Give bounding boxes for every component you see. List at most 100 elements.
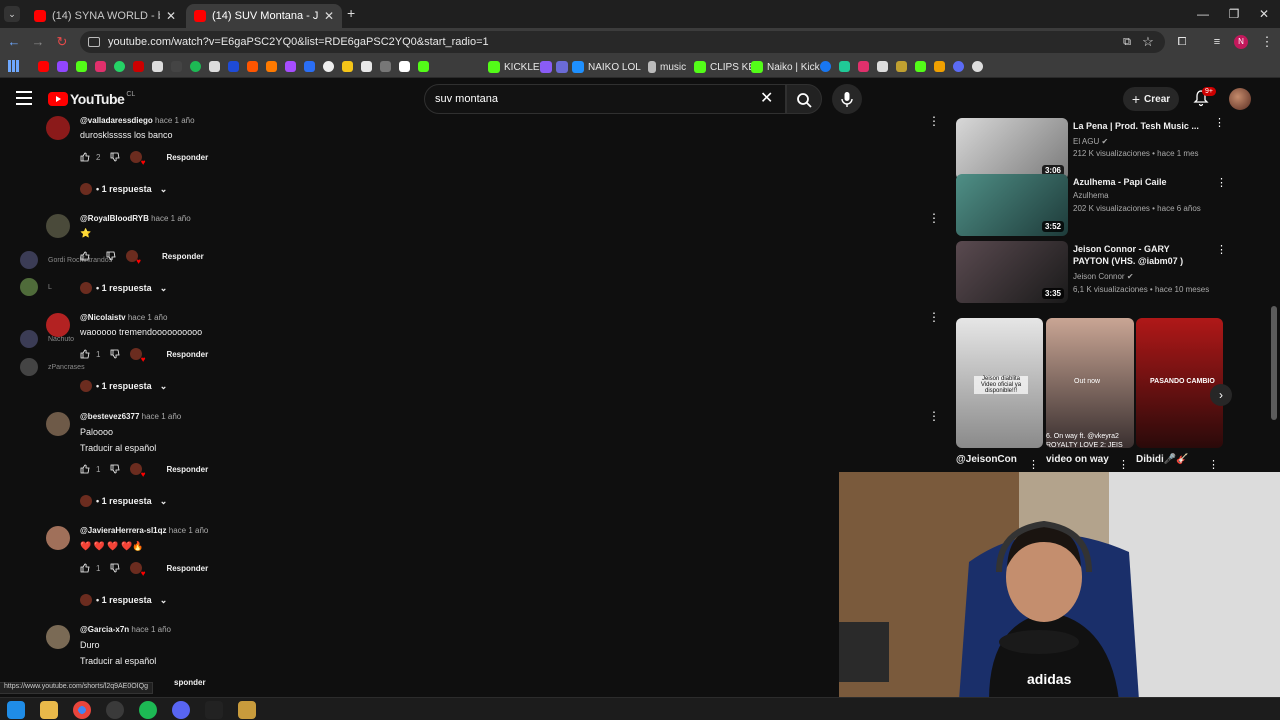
channel-name[interactable]: Jeison Connor ✔ [1073,272,1134,281]
bookmark-icon-row-2[interactable] [820,61,983,72]
view-replies-button[interactable]: • 1 respuesta ⌄ [80,379,167,393]
voice-search-button[interactable] [832,84,862,114]
comment-menu-icon[interactable]: ⋮ [928,409,940,423]
extensions-icon[interactable]: ⧠ [1172,32,1192,52]
discord-icon[interactable] [172,701,190,719]
bookmark-naiko-kick[interactable]: Naiko | Kick [751,60,820,74]
short-thumbnail[interactable]: Out now 6. On way ft. @vkeyra2 ROYALTY L… [1046,318,1134,448]
profile-avatar[interactable]: N [1234,35,1248,49]
comment-menu-icon[interactable]: ⋮ [928,114,940,128]
comment-author[interactable]: @Nicolaistv [80,313,126,322]
account-avatar[interactable] [1229,88,1251,110]
short-menu-icon[interactable]: ⋮ [1118,458,1129,471]
like-icon[interactable] [80,152,90,162]
view-replies-button[interactable]: • 1 respuesta ⌄ [80,281,167,295]
site-info-icon[interactable] [88,37,100,47]
comment-time[interactable]: hace 1 año [169,526,209,535]
file-explorer-icon[interactable] [40,701,58,719]
close-tab-icon[interactable]: ✕ [318,9,334,23]
translate-link[interactable]: Traducir al español [80,656,156,666]
bookmark-kicklet[interactable]: KICKLET [488,60,546,74]
avatar[interactable] [46,214,70,238]
dislike-icon[interactable] [110,152,120,162]
view-replies-button[interactable]: • 1 respuesta ⌄ [80,593,167,607]
avatar[interactable] [46,526,70,550]
short-menu-icon[interactable]: ⋮ [1208,458,1219,471]
comment-author[interactable]: @valladaressdiego [80,116,153,125]
capcut-icon[interactable] [205,701,223,719]
short-thumbnail[interactable]: PASANDO CAMBIO [1136,318,1223,448]
channel-name[interactable]: Azulhema [1073,191,1109,200]
install-app-icon[interactable]: ⧉ [1117,32,1137,52]
browser-tab-2[interactable]: (14) SUV Montana - Jeison... ✕ [186,4,342,28]
bookmark-naiko-lol[interactable]: NAIKO LOL [540,60,641,74]
comment-author[interactable]: @JavieraHerrera-sl1qz [80,526,167,535]
short-title[interactable]: Dibidi🎤🎸 [1136,454,1189,465]
browser-tab-1[interactable]: (14) SYNA WORLD - byedu... ✕ [26,4,184,28]
video-thumbnail[interactable]: 3:06 [956,118,1068,180]
reply-button[interactable]: Responder [166,350,208,359]
new-tab-button[interactable]: + [347,5,355,21]
dislike-icon[interactable] [110,349,120,359]
comment-menu-icon[interactable]: ⋮ [928,211,940,225]
apps-grid-icon[interactable] [8,60,20,72]
short-thumbnail[interactable]: Jeison diablita Video oficial ya disponi… [956,318,1043,448]
youtube-logo[interactable]: YouTube CL [48,91,135,107]
close-tab-icon[interactable]: ✕ [160,9,176,23]
page-scrollbar[interactable] [1271,306,1277,420]
address-bar[interactable]: youtube.com/watch?v=E6gaPSC2YQ0&list=RDE… [80,31,1165,53]
related-video[interactable]: 3:06 La Pena | Prod. Tesh Music ... El A… [956,118,1216,180]
comment-time[interactable]: hace 1 año [142,412,182,421]
windows-start-icon[interactable] [7,701,25,719]
dislike-icon[interactable] [110,563,120,573]
view-replies-button[interactable]: • 1 respuesta ⌄ [80,494,167,508]
video-title[interactable]: Jeison Connor - GARY PAYTON (VHS. @iabm0… [1073,243,1207,267]
comment-time[interactable]: hace 1 año [151,214,191,223]
comment-time[interactable]: hace 1 año [128,313,168,322]
short-title[interactable]: video on way [1046,454,1109,465]
related-video[interactable]: 3:52 Azulhema - Papi Caile Azulhema 202 … [956,174,1227,236]
avatar[interactable] [46,313,70,337]
reply-button[interactable]: Responder [166,465,208,474]
avatar[interactable] [46,412,70,436]
reply-button[interactable]: sponder [174,678,206,687]
like-icon[interactable] [80,349,90,359]
video-thumbnail[interactable]: 3:35 [956,241,1068,303]
search-button[interactable] [786,84,822,114]
like-icon[interactable] [80,563,90,573]
reply-button[interactable]: Responder [166,153,208,162]
video-title[interactable]: Azulhema - Papi Caile [1073,176,1207,188]
league-icon[interactable] [238,701,256,719]
video-menu-icon[interactable]: ⋮ [1216,176,1227,189]
comment-menu-icon[interactable]: ⋮ [928,310,940,324]
translate-link[interactable]: Traducir al español [80,443,156,453]
comment-author[interactable]: @Garcia-x7n [80,625,129,634]
video-thumbnail[interactable]: 3:52 [956,174,1068,236]
obs-icon[interactable] [106,701,124,719]
close-window-button[interactable]: ✕ [1246,0,1280,28]
view-replies-button[interactable]: • 1 respuesta ⌄ [80,182,167,196]
reload-icon[interactable]: ↻ [52,32,72,52]
bookmark-music[interactable]: music [648,60,686,74]
video-title[interactable]: La Pena | Prod. Tesh Music ... [1073,120,1207,132]
browser-menu-icon[interactable]: ⋮ [1257,32,1277,52]
comment-time[interactable]: hace 1 año [131,625,171,634]
avatar[interactable] [46,116,70,140]
like-icon[interactable] [80,464,90,474]
comment-author[interactable]: @bestevez6377 [80,412,139,421]
bookmark-clips-kb[interactable]: CLIPS KB [694,60,755,74]
comment-time[interactable]: hace 1 año [155,116,195,125]
dislike-icon[interactable] [106,251,116,261]
video-menu-icon[interactable]: ⋮ [1216,243,1227,256]
chrome-icon[interactable] [73,701,91,719]
related-video[interactable]: 3:35 Jeison Connor - GARY PAYTON (VHS. @… [956,241,1227,303]
comment-author[interactable]: @RoyalBloodRYB [80,214,149,223]
short-menu-icon[interactable]: ⋮ [1028,458,1039,471]
video-menu-icon[interactable]: ⋮ [1214,116,1225,129]
dislike-icon[interactable] [110,464,120,474]
reply-button[interactable]: Responder [162,252,204,261]
back-icon[interactable]: ← [4,32,24,52]
tab-search-icon[interactable]: ⌄ [4,6,20,22]
channel-name[interactable]: El AGU ✔ [1073,137,1108,146]
reading-list-icon[interactable]: ≡ [1207,32,1227,52]
